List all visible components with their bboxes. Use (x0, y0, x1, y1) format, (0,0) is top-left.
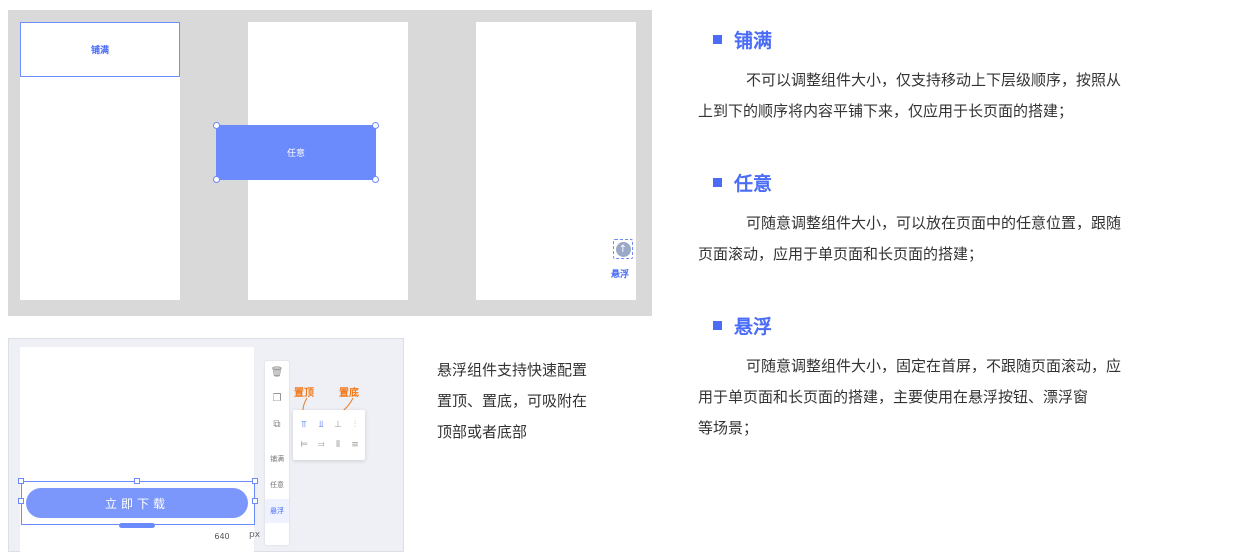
caption-line: 悬浮组件支持快速配置 (437, 361, 588, 379)
distribute-v-icon[interactable]: ≡ (349, 439, 361, 451)
resize-handle[interactable] (372, 122, 379, 129)
mode-fill-button[interactable]: 铺满 (265, 447, 289, 471)
download-now-button[interactable]: 立即下载 (26, 488, 248, 518)
resize-handle[interactable] (213, 122, 220, 129)
section-title: 铺满 (734, 29, 773, 52)
section-title: 任意 (734, 172, 773, 195)
align-middle-icon[interactable]: ⫶ (349, 419, 361, 431)
width-input[interactable]: 640 (201, 529, 243, 545)
align-center-icon[interactable]: ⊥ (332, 419, 344, 431)
resize-handle[interactable] (18, 498, 24, 504)
section-line: 上到下的顺序将内容平铺下来，仅应用于长页面的搭建； (698, 102, 1074, 120)
section-float: 悬浮 可随意调整组件大小，固定在首屏，不跟随页面滚动，应 用于单页面和长页面的搭… (698, 313, 1244, 444)
section-any: 任意 可随意调整组件大小，可以放在页面中的任意位置，跟随 页面滚动，应用于单页面… (698, 170, 1244, 270)
align-popover: ⫪ ⫫ ⊥ ⫶ ⊨ ⫤ ⫴ ≡ (293, 410, 365, 460)
resize-handle[interactable] (134, 478, 140, 484)
arrow-up-circle-icon: ↑ (615, 241, 631, 257)
component-toolbar: 🗑 ❐ ⧉ 铺满 任意 悬浮 (265, 361, 289, 545)
section-fill: 铺满 不可以调整组件大小，仅支持移动上下层级顺序，按照从 上到下的顺序将内容平铺… (698, 27, 1244, 127)
section-line: 等场景； (698, 419, 759, 437)
layer-icon[interactable]: ⧉ (269, 417, 285, 433)
bullet-square-icon (713, 177, 722, 187)
any-component[interactable]: 任意 (216, 125, 376, 180)
width-unit: px (249, 530, 261, 540)
fill-component[interactable]: 铺满 (20, 22, 180, 77)
copy-icon[interactable]: ❐ (269, 391, 285, 407)
float-component[interactable]: ↑ (613, 239, 633, 259)
phone-float-demo (476, 22, 636, 300)
pin-bottom-icon[interactable]: ⫫ (315, 419, 327, 431)
align-left-icon[interactable]: ⊨ (298, 439, 310, 451)
drag-bar[interactable] (119, 523, 155, 528)
caption-line: 顶部或者底部 (437, 423, 528, 441)
section-title: 悬浮 (734, 315, 773, 338)
layout-demo-panel: 铺满 任意 ↑ 悬浮 (8, 10, 652, 316)
resize-handle[interactable] (18, 478, 24, 484)
caption-line: 置顶、置底，可吸附在 (437, 392, 588, 410)
section-line: 不可以调整组件大小，仅支持移动上下层级顺序，按照从 (746, 71, 1122, 89)
mode-float-button[interactable]: 悬浮 (265, 499, 289, 523)
resize-handle[interactable] (213, 176, 220, 183)
resize-handle[interactable] (252, 478, 258, 484)
resize-handle[interactable] (252, 498, 258, 504)
section-line: 可随意调整组件大小，可以放在页面中的任意位置，跟随 (746, 214, 1122, 232)
editor-panel: 立即下载 640 px 🗑 ❐ ⧉ 铺满 任意 悬浮 置顶 置底 ⫪ ⫫ ⊥ ⫶… (8, 338, 404, 553)
section-line: 用于单页面和长页面的搭建，主要使用在悬浮按钮、漂浮窗 (698, 388, 1089, 406)
pin-top-icon[interactable]: ⫪ (298, 419, 310, 431)
float-caption: 悬浮组件支持快速配置 置顶、置底，可吸附在 顶部或者底部 (437, 355, 647, 448)
bullet-square-icon (713, 34, 722, 44)
mode-any-button[interactable]: 任意 (265, 473, 289, 497)
section-line: 可随意调整组件大小，固定在首屏，不跟随页面滚动，应 (746, 357, 1122, 375)
section-line: 页面滚动，应用于单页面和长页面的搭建； (698, 245, 984, 263)
align-right-icon[interactable]: ⫤ (315, 439, 327, 451)
delete-icon[interactable]: 🗑 (269, 365, 285, 381)
resize-handle[interactable] (372, 176, 379, 183)
distribute-h-icon[interactable]: ⫴ (332, 439, 344, 451)
bullet-square-icon (713, 320, 722, 330)
float-component-label: 悬浮 (611, 270, 630, 280)
